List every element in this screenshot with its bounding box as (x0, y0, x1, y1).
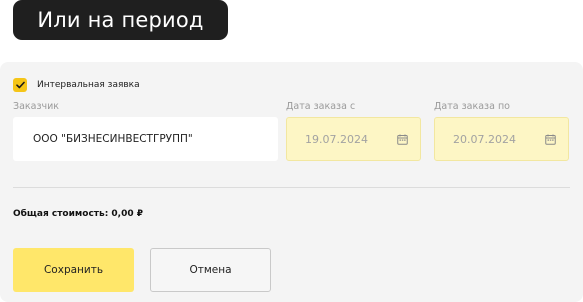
customer-field[interactable]: ООО "БИЗНЕСИНВЕСТГРУПП" (13, 117, 278, 161)
calendar-icon[interactable] (397, 134, 408, 145)
date-to-field[interactable]: 20.07.2024 (434, 117, 569, 161)
date-to-label: Дата заказа по (434, 101, 510, 112)
customer-value: ООО "БИЗНЕСИНВЕСТГРУПП" (33, 133, 193, 145)
checkmark-icon (15, 81, 25, 89)
save-button[interactable]: Сохранить (13, 248, 134, 292)
date-from-field[interactable]: 19.07.2024 (286, 117, 421, 161)
total-cost: Общая стоимость: 0,00 ₽ (13, 209, 144, 219)
date-from-value: 19.07.2024 (305, 133, 368, 146)
date-to-value: 20.07.2024 (453, 133, 516, 146)
date-from-label: Дата заказа с (286, 101, 356, 112)
calendar-icon[interactable] (545, 134, 556, 145)
page-title: Или на период (13, 0, 228, 40)
cancel-button[interactable]: Отмена (150, 248, 271, 292)
customer-label: Заказчик (13, 101, 60, 112)
interval-request-label: Интервальная заявка (37, 80, 140, 90)
interval-request-checkbox[interactable] (13, 78, 27, 92)
divider (13, 187, 570, 188)
